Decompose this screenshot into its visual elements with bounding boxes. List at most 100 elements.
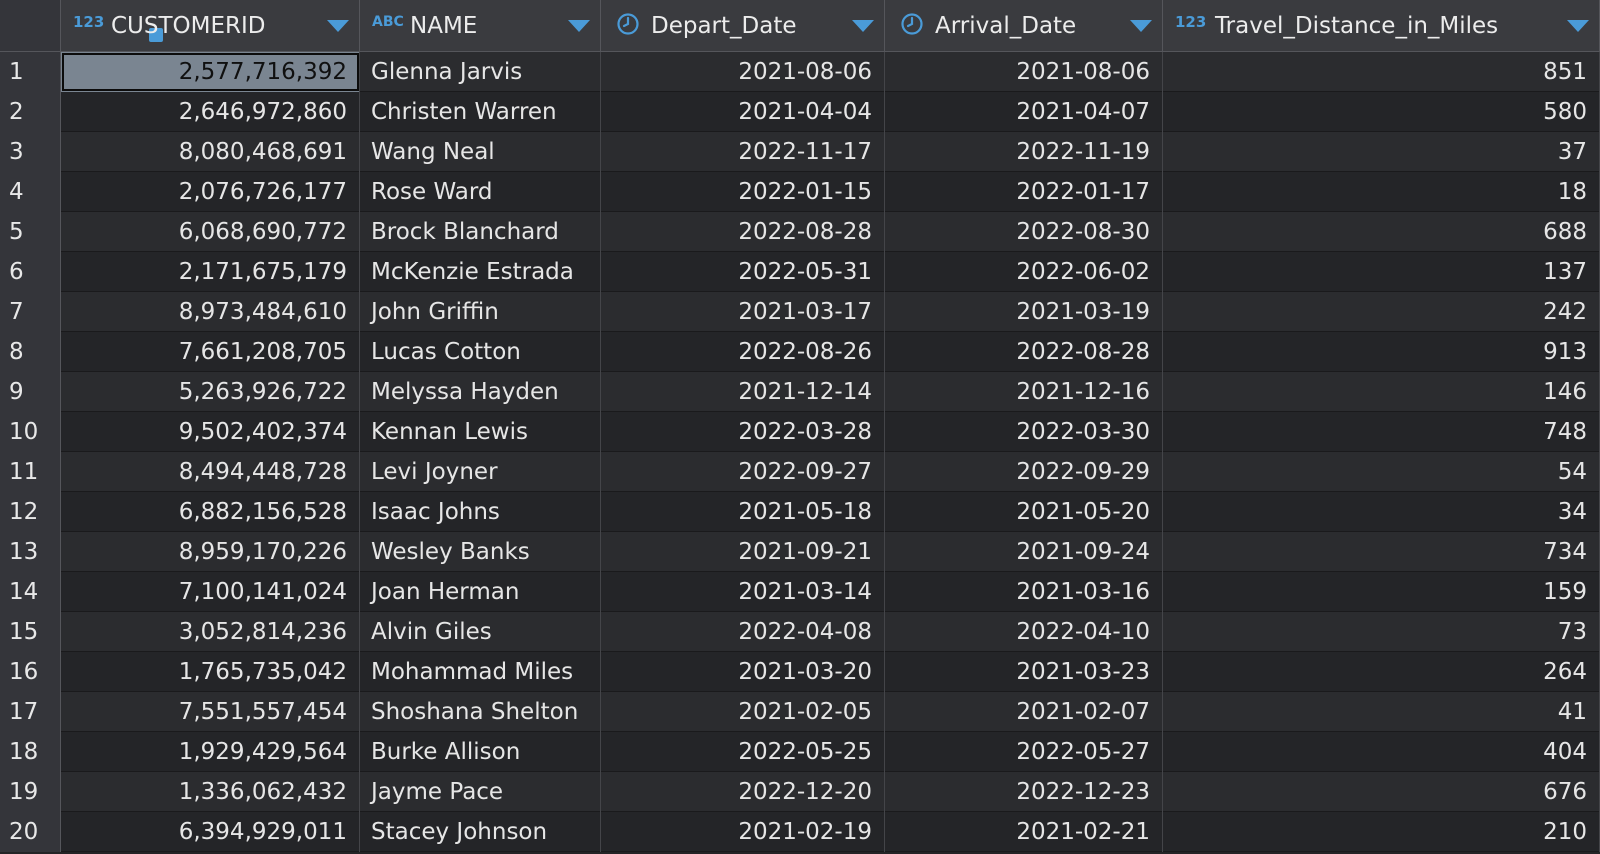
cell-travel-distance[interactable]: 676 xyxy=(1163,772,1600,812)
cell-depart-date[interactable]: 2022-03-28 xyxy=(601,412,885,452)
row-number[interactable]: 5 xyxy=(0,212,61,252)
cell-travel-distance[interactable]: 137 xyxy=(1163,252,1600,292)
cell-customerid[interactable]: 6,068,690,772 xyxy=(61,212,360,252)
cell-name[interactable]: Brock Blanchard xyxy=(360,212,601,252)
row-number[interactable]: 4 xyxy=(0,172,61,212)
table-row[interactable]: 8 7,661,208,705 Lucas Cotton 2022-08-26 2022… xyxy=(0,332,1600,372)
cell-arrival-date[interactable]: 2021-02-21 xyxy=(885,812,1163,852)
cell-travel-distance[interactable]: 146 xyxy=(1163,372,1600,412)
row-number[interactable]: 17 xyxy=(0,692,61,732)
row-number[interactable]: 14 xyxy=(0,572,61,612)
cell-arrival-date[interactable]: 2022-05-27 xyxy=(885,732,1163,772)
chevron-down-icon[interactable] xyxy=(1130,20,1152,32)
cell-name[interactable]: Shoshana Shelton xyxy=(360,692,601,732)
table-row[interactable]: 3 8,080,468,691 Wang Neal 2022-11-17 2022-11… xyxy=(0,132,1600,172)
cell-name[interactable]: Isaac Johns xyxy=(360,492,601,532)
cell-name[interactable]: Stacey Johnson xyxy=(360,812,601,852)
cell-depart-date[interactable]: 2022-12-20 xyxy=(601,772,885,812)
cell-name[interactable]: Wesley Banks xyxy=(360,532,601,572)
cell-name[interactable]: Joan Herman xyxy=(360,572,601,612)
cell-depart-date[interactable]: 2021-04-04 xyxy=(601,92,885,132)
cell-customerid[interactable]: 8,494,448,728 xyxy=(61,452,360,492)
cell-customerid[interactable]: 7,100,141,024 xyxy=(61,572,360,612)
cell-customerid[interactable]: 8,959,170,226 xyxy=(61,532,360,572)
cell-travel-distance[interactable]: 913 xyxy=(1163,332,1600,372)
cell-depart-date[interactable]: 2021-03-14 xyxy=(601,572,885,612)
cell-depart-date[interactable]: 2022-04-08 xyxy=(601,612,885,652)
cell-depart-date[interactable]: 2022-08-28 xyxy=(601,212,885,252)
cell-arrival-date[interactable]: 2021-03-23 xyxy=(885,652,1163,692)
cell-travel-distance[interactable]: 18 xyxy=(1163,172,1600,212)
cell-arrival-date[interactable]: 2021-04-07 xyxy=(885,92,1163,132)
cell-arrival-date[interactable]: 2021-09-24 xyxy=(885,532,1163,572)
cell-name[interactable]: Rose Ward xyxy=(360,172,601,212)
chevron-down-icon[interactable] xyxy=(852,20,874,32)
cell-arrival-date[interactable]: 2021-08-06 xyxy=(885,52,1163,92)
row-number[interactable]: 10 xyxy=(0,412,61,452)
cell-depart-date[interactable]: 2021-03-17 xyxy=(601,292,885,332)
table-row[interactable]: 19 1,336,062,432 Jayme Pace 2022-12-20 2022-… xyxy=(0,772,1600,812)
table-row[interactable]: 18 1,929,429,564 Burke Allison 2022-05-25 20… xyxy=(0,732,1600,772)
row-number[interactable]: 11 xyxy=(0,452,61,492)
cell-travel-distance[interactable]: 748 xyxy=(1163,412,1600,452)
cell-depart-date[interactable]: 2021-02-19 xyxy=(601,812,885,852)
cell-name[interactable]: Glenna Jarvis xyxy=(360,52,601,92)
cell-name[interactable]: Wang Neal xyxy=(360,132,601,172)
cell-customerid[interactable]: 8,080,468,691 xyxy=(61,132,360,172)
cell-depart-date[interactable]: 2022-05-31 xyxy=(601,252,885,292)
cell-name[interactable]: Burke Allison xyxy=(360,732,601,772)
table-row[interactable]: 16 1,765,735,042 Mohammad Miles 2021-03-20 2… xyxy=(0,652,1600,692)
row-number[interactable]: 12 xyxy=(0,492,61,532)
row-number[interactable]: 19 xyxy=(0,772,61,812)
cell-customerid[interactable]: 2,171,675,179 xyxy=(61,252,360,292)
table-row[interactable]: 6 2,171,675,179 McKenzie Estrada 2022-05-31… xyxy=(0,252,1600,292)
cell-arrival-date[interactable]: 2022-12-23 xyxy=(885,772,1163,812)
row-number[interactable]: 1 xyxy=(0,52,61,92)
cell-arrival-date[interactable]: 2022-11-19 xyxy=(885,132,1163,172)
cell-travel-distance[interactable]: 688 xyxy=(1163,212,1600,252)
cell-travel-distance[interactable]: 264 xyxy=(1163,652,1600,692)
cell-depart-date[interactable]: 2021-02-05 xyxy=(601,692,885,732)
cell-travel-distance[interactable]: 34 xyxy=(1163,492,1600,532)
cell-depart-date[interactable]: 2021-09-21 xyxy=(601,532,885,572)
table-row[interactable]: 9 5,263,926,722 Melyssa Hayden 2021-12-14 20… xyxy=(0,372,1600,412)
table-row[interactable]: 1 2,577,716,392 Glenna Jarvis 2021-08-06 202… xyxy=(0,52,1600,92)
cell-customerid[interactable]: 7,551,557,454 xyxy=(61,692,360,732)
cell-customerid[interactable]: 8,973,484,610 xyxy=(61,292,360,332)
cell-depart-date[interactable]: 2021-08-06 xyxy=(601,52,885,92)
cell-name[interactable]: Alvin Giles xyxy=(360,612,601,652)
cell-depart-date[interactable]: 2022-01-15 xyxy=(601,172,885,212)
cell-arrival-date[interactable]: 2021-02-07 xyxy=(885,692,1163,732)
row-number[interactable]: 2 xyxy=(0,92,61,132)
cell-name[interactable]: Melyssa Hayden xyxy=(360,372,601,412)
column-header-customerid[interactable]: 123 CUSTOMERID xyxy=(61,0,360,52)
cell-name[interactable]: Levi Joyner xyxy=(360,452,601,492)
cell-depart-date[interactable]: 2021-12-14 xyxy=(601,372,885,412)
cell-arrival-date[interactable]: 2021-03-16 xyxy=(885,572,1163,612)
column-header-arrival-date[interactable]: Arrival_Date xyxy=(885,0,1163,52)
row-number[interactable]: 18 xyxy=(0,732,61,772)
cell-travel-distance[interactable]: 404 xyxy=(1163,732,1600,772)
cell-name[interactable]: John Griffin xyxy=(360,292,601,332)
row-number[interactable]: 7 xyxy=(0,292,61,332)
cell-customerid[interactable]: 2,076,726,177 xyxy=(61,172,360,212)
cell-arrival-date[interactable]: 2021-12-16 xyxy=(885,372,1163,412)
table-row[interactable]: 11 8,494,448,728 Levi Joyner 2022-09-27 2022… xyxy=(0,452,1600,492)
cell-customerid[interactable]: 1,929,429,564 xyxy=(61,732,360,772)
cell-name[interactable]: Jayme Pace xyxy=(360,772,601,812)
cell-depart-date[interactable]: 2022-11-17 xyxy=(601,132,885,172)
cell-travel-distance[interactable]: 159 xyxy=(1163,572,1600,612)
column-header-travel-distance[interactable]: 123 Travel_Distance_in_Miles xyxy=(1163,0,1600,52)
cell-arrival-date[interactable]: 2021-03-19 xyxy=(885,292,1163,332)
cell-name[interactable]: Kennan Lewis xyxy=(360,412,601,452)
cell-customerid[interactable]: 6,394,929,011 xyxy=(61,812,360,852)
cell-arrival-date[interactable]: 2022-04-10 xyxy=(885,612,1163,652)
table-row[interactable]: 7 8,973,484,610 John Griffin 2021-03-17 2021… xyxy=(0,292,1600,332)
table-row[interactable]: 13 8,959,170,226 Wesley Banks 2021-09-21 202… xyxy=(0,532,1600,572)
chevron-down-icon[interactable] xyxy=(1567,20,1589,32)
row-number[interactable]: 20 xyxy=(0,812,61,852)
cell-depart-date[interactable]: 2021-03-20 xyxy=(601,652,885,692)
row-number[interactable]: 8 xyxy=(0,332,61,372)
row-number[interactable]: 9 xyxy=(0,372,61,412)
cell-travel-distance[interactable]: 242 xyxy=(1163,292,1600,332)
